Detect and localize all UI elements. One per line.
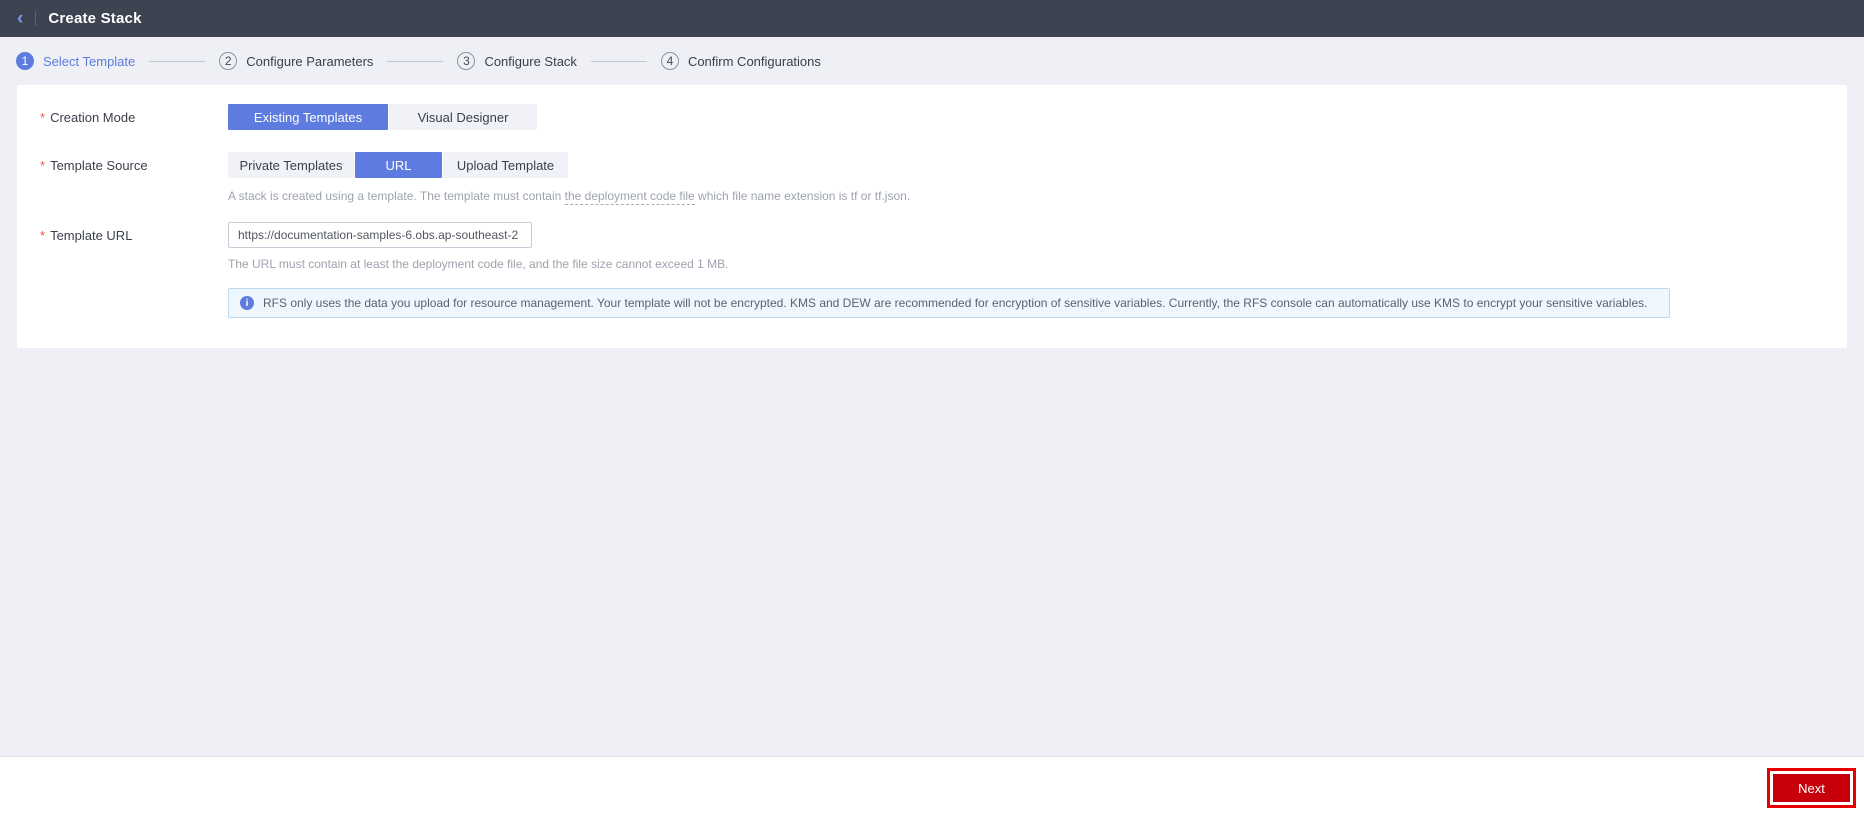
template-source-toggle: Private Templates URL Upload Template	[228, 152, 569, 178]
template-source-upload-template-button[interactable]: Upload Template	[443, 152, 568, 178]
page-title: Create Stack	[48, 10, 142, 27]
step-confirm-configurations: 4 Confirm Configurations	[660, 52, 821, 70]
template-source-url-button[interactable]: URL	[355, 152, 442, 178]
select-template-form-card: * Creation Mode Existing Templates Visua…	[17, 85, 1847, 348]
step-label: Confirm Configurations	[687, 53, 821, 69]
step-select-template: 1 Select Template	[16, 52, 135, 70]
template-url-label: * Template URL	[40, 227, 133, 243]
step-connector	[149, 60, 206, 62]
creation-mode-toggle: Existing Templates Visual Designer	[228, 104, 538, 130]
rfs-notice-banner: i RFS only uses the data you upload for …	[228, 288, 1670, 318]
creation-mode-existing-templates-button[interactable]: Existing Templates	[228, 104, 388, 130]
step-number-badge: 4	[660, 52, 679, 70]
step-configure-stack: 3 Configure Stack	[457, 52, 577, 70]
rfs-notice-text: RFS only uses the data you upload for re…	[263, 296, 1648, 310]
step-label: Select Template	[43, 53, 136, 69]
template-source-private-templates-button[interactable]: Private Templates	[228, 152, 354, 178]
step-connector	[387, 60, 444, 62]
step-label: Configure Parameters	[246, 53, 374, 69]
next-button[interactable]: Next	[1773, 774, 1850, 802]
back-chevron-icon[interactable]: ‹	[17, 9, 23, 28]
creation-mode-visual-designer-button[interactable]: Visual Designer	[389, 104, 537, 130]
step-connector	[590, 60, 647, 62]
required-asterisk: *	[40, 109, 46, 125]
required-asterisk: *	[40, 227, 46, 243]
step-label: Configure Stack	[484, 53, 577, 69]
page-header: ‹ Create Stack	[0, 0, 1864, 37]
deployment-code-file-link[interactable]: the deployment code file	[564, 189, 695, 205]
info-icon: i	[240, 296, 254, 310]
header-divider	[35, 11, 37, 26]
step-configure-parameters: 2 Configure Parameters	[219, 52, 373, 70]
template-url-input[interactable]	[228, 222, 532, 248]
step-number-badge: 2	[219, 52, 238, 70]
step-number-badge: 3	[457, 52, 476, 70]
template-source-hint: A stack is created using a template. The…	[228, 189, 911, 205]
template-url-hint: The URL must contain at least the deploy…	[228, 257, 729, 271]
step-number-badge: 1	[16, 52, 34, 70]
required-asterisk: *	[40, 157, 46, 173]
wizard-steps: 1 Select Template 2 Configure Parameters…	[0, 37, 1864, 85]
next-button-annotation-box: Next	[1767, 768, 1856, 808]
wizard-footer: Next	[0, 756, 1864, 822]
template-source-label: * Template Source	[40, 157, 148, 173]
creation-mode-label: * Creation Mode	[40, 109, 136, 125]
